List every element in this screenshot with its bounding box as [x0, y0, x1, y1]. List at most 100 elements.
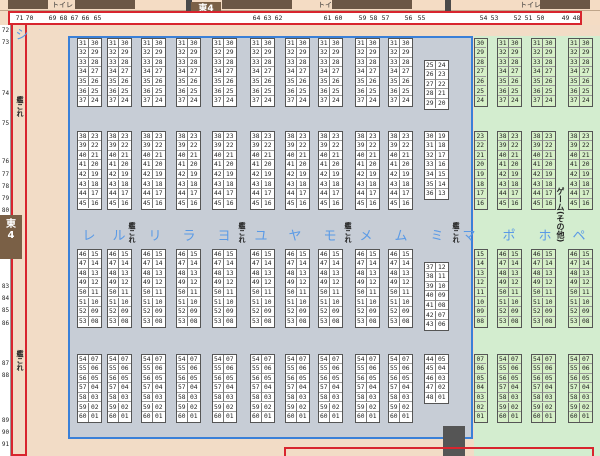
booth-number: 05 — [474, 374, 486, 384]
booth-number: 55 — [388, 364, 400, 374]
booth-number: 31 — [424, 141, 436, 151]
booth-number: 33 — [424, 160, 436, 170]
booth-number: 55 — [250, 364, 262, 374]
booth-number: 18 — [436, 142, 448, 151]
booth-number: 37 — [251, 96, 262, 106]
top-booth-number: 55 — [417, 14, 426, 22]
booth-number: 36 — [107, 86, 119, 97]
booth-number: 57 — [77, 383, 89, 393]
booth-number: 11 — [119, 288, 131, 298]
booth-number: 58 — [212, 392, 224, 403]
booth-number: 30 — [474, 39, 486, 49]
booth-number: 41 — [176, 160, 188, 170]
booth-block: 38 23 39 22 40 21 41 20 42 19 43 18 44 17 45 16 — [141, 131, 166, 210]
left-booth-number: 72 — [1, 27, 10, 34]
booth-number: 28 — [400, 58, 412, 68]
booth-number: 23 — [119, 132, 131, 142]
top-booth-number: 49 — [561, 14, 570, 22]
top-booth-number: 66 — [81, 14, 90, 22]
top-booth-number: 53 — [490, 14, 499, 22]
booth-number: 06 — [543, 365, 555, 374]
booth-number: 44 — [497, 189, 509, 199]
booth-number: 25 — [188, 87, 200, 97]
booth-number: 14 — [297, 260, 309, 269]
booth-number: 32 — [568, 48, 580, 58]
booth-number: 53 — [142, 316, 153, 327]
booth-number: 17 — [436, 151, 448, 161]
booth-block: 54 07 55 06 56 05 57 04 58 03 59 02 60 01 — [250, 354, 275, 424]
row-letter: ユ — [254, 229, 268, 244]
booth-number: 01 — [154, 413, 163, 421]
booth-number: 27 — [474, 68, 486, 77]
booth-number: 18 — [188, 180, 200, 190]
booth-number: 32 — [424, 150, 436, 161]
booth-number: 32 — [212, 48, 224, 58]
booth-number: 20 — [262, 161, 274, 170]
booth-number: 01 — [189, 413, 198, 421]
booth-number: 12 — [543, 279, 555, 288]
booth-number: 12 — [330, 279, 342, 288]
booth-number: 26 — [474, 77, 486, 87]
booth-number: 15 — [224, 250, 236, 260]
booth-number: 07 — [400, 355, 412, 365]
booth-number: 04 — [188, 384, 200, 393]
booth-number: 54 — [176, 354, 188, 365]
row-letter: ム — [394, 229, 408, 244]
booth-number: 28 — [262, 58, 274, 68]
booth-block: 38 23 39 22 40 21 41 20 42 19 43 18 44 17 45 16 — [212, 131, 237, 210]
booth-number: 32 — [531, 48, 543, 58]
booth-number: 36 — [285, 86, 297, 97]
booth-number: 33 — [250, 57, 262, 68]
booth-number: 46 — [318, 249, 330, 260]
booth-number: 54 — [285, 354, 297, 365]
booth-number: 26 — [509, 77, 521, 87]
booth-number: 08 — [189, 317, 198, 325]
booth-number: 29 — [580, 49, 592, 58]
booth-number: 34 — [107, 67, 119, 77]
booth-number: 57 — [318, 383, 330, 393]
booth-number: 27 — [119, 68, 131, 77]
booth-number: 08 — [581, 317, 590, 325]
booth-number: 42 — [250, 169, 262, 180]
booth-number: 55 — [285, 364, 297, 374]
kancolle-label: 艦これ — [128, 222, 136, 243]
booth-number: 49 — [388, 278, 400, 288]
booth-number: 28 — [89, 58, 101, 68]
booth-number: 34 — [497, 67, 509, 77]
booth-number: 51 — [250, 297, 262, 308]
booth-number: 19 — [119, 170, 131, 180]
booth-number: 02 — [262, 403, 274, 413]
booth-number: 44 — [531, 189, 543, 199]
booth-number: 42 — [355, 169, 367, 180]
kancolle-label: 艦これ — [238, 222, 246, 243]
row-letter: ペ — [572, 229, 586, 244]
booth-number: 47 — [568, 259, 580, 269]
booth-number: 51 — [388, 297, 400, 308]
booth-number: 34 — [318, 67, 330, 77]
booth-number: 23 — [188, 132, 200, 142]
booth-number: 10 — [224, 298, 236, 308]
booth-block: 31 30 32 29 33 28 34 27 35 26 36 25 37 24 — [497, 38, 522, 108]
booth-number: 27 — [424, 79, 436, 90]
booth-number: 41 — [355, 160, 367, 170]
booth-number: 17 — [367, 190, 379, 199]
booth-number: 04 — [543, 384, 555, 393]
booth-block: 54 07 55 06 56 05 57 04 58 03 59 02 60 01 — [531, 354, 556, 424]
booth-number: 47 — [531, 259, 543, 269]
booth-number: 48 — [318, 268, 330, 279]
left-booth-number: 87 — [1, 360, 10, 367]
booth-block: 38 23 39 22 40 21 41 20 42 19 43 18 44 17 45 16 — [568, 131, 593, 210]
booth-number: 17 — [297, 190, 309, 199]
booth-number: 59 — [77, 402, 89, 413]
booth-number: 27 — [367, 68, 379, 77]
booth-number: 17 — [262, 190, 274, 199]
booth-number: 44 — [568, 189, 580, 199]
booth-block: 31 30 32 29 33 28 34 27 35 26 36 25 37 24 — [250, 38, 275, 108]
booth-number: 06 — [437, 321, 446, 329]
booth-number: 60 — [177, 412, 188, 422]
booth-number: 50 — [318, 287, 330, 298]
booth-number: 53 — [177, 316, 188, 327]
booth-number: 15 — [509, 250, 521, 260]
booth-number: 31 — [141, 38, 153, 49]
booth-number: 21 — [119, 151, 131, 161]
